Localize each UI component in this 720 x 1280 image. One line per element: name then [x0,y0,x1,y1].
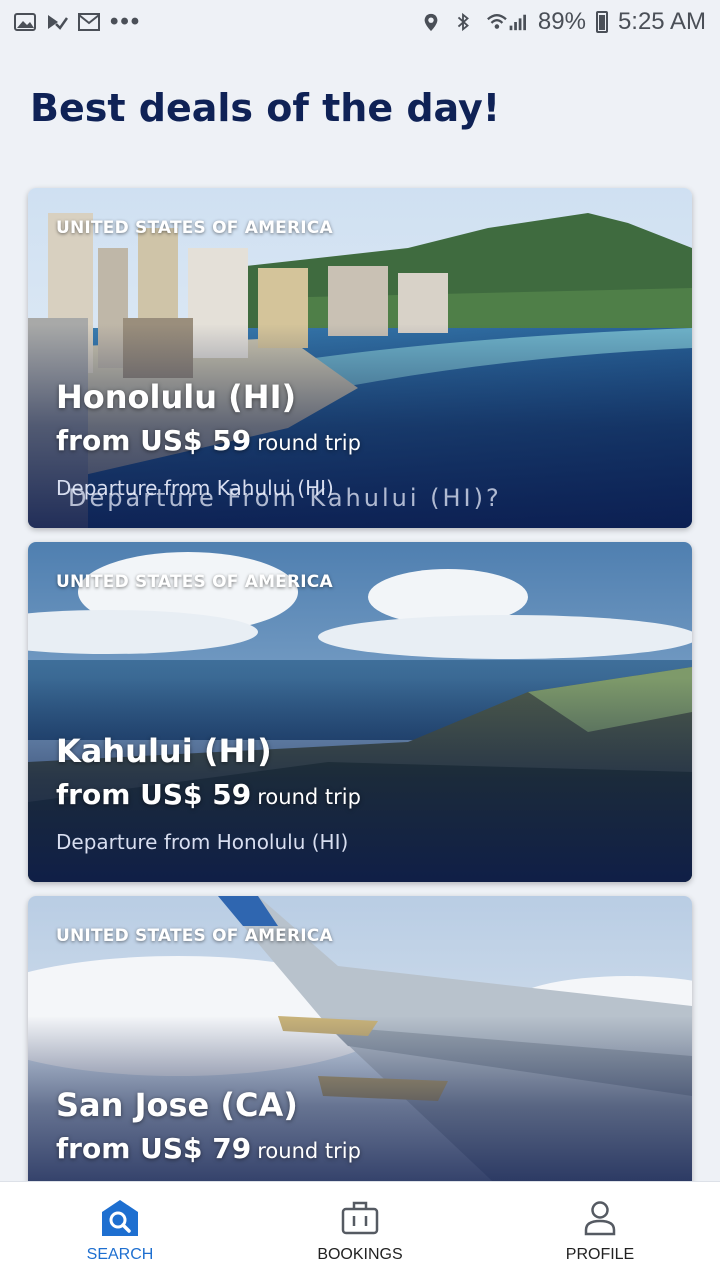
deal-destination: Honolulu (HI) [56,378,297,416]
bluetooth-icon [457,12,469,32]
bottom-navigation: SEARCH BOOKINGS PROFILE [0,1181,720,1280]
deal-card-kahului[interactable]: UNITED STATES OF AMERICA Kahului (HI) fr… [28,542,692,882]
system-icons: 89% 5:25 AM [420,8,706,36]
nav-search[interactable]: SEARCH [20,1198,220,1264]
deal-price-line: from US$ 59 round trip [56,778,361,811]
battery-icon [595,11,608,33]
notification-icons: ••• [14,8,141,36]
deal-trip-type: round trip [257,431,361,455]
deal-destination: San Jose (CA) [56,1086,298,1124]
deal-price-line: from US$ 59 round trip [56,424,361,457]
departure-overlay-text: Departure From Kahului (HI)? [68,484,502,512]
deal-price: from US$ 59 [56,424,252,457]
deal-country: UNITED STATES OF AMERICA [56,926,333,946]
wifi-signal-icon [486,14,526,31]
nav-bookings-label: BOOKINGS [317,1246,403,1263]
deal-destination: Kahului (HI) [56,732,272,770]
deal-trip-type: round trip [257,785,361,809]
nav-bookings[interactable]: BOOKINGS [260,1198,460,1264]
battery-percent: 89% [537,8,586,35]
page-title: Best deals of the day! [30,86,501,130]
nav-profile[interactable]: PROFILE [500,1198,700,1264]
deal-country: UNITED STATES OF AMERICA [56,572,333,592]
deal-trip-type: round trip [257,1139,361,1163]
deal-departure: Departure from Honolulu (HI) [56,830,349,854]
deal-price: from US$ 79 [56,1132,252,1165]
deal-price-line: from US$ 79 round trip [56,1132,361,1165]
deal-price: from US$ 59 [56,778,252,811]
clock: 5:25 AM [617,8,706,35]
location-icon [424,13,438,32]
nav-search-label: SEARCH [86,1246,154,1263]
check-icon [48,15,68,30]
mail-icon [78,13,100,31]
deal-card-honolulu[interactable]: UNITED STATES OF AMERICA Honolulu (HI) f… [28,188,692,528]
briefcase-icon [341,1201,379,1235]
deal-country: UNITED STATES OF AMERICA [56,218,333,238]
nav-profile-label: PROFILE [565,1246,635,1263]
deal-card-san-jose[interactable]: UNITED STATES OF AMERICA San Jose (CA) f… [28,896,692,1196]
search-icon [102,1200,138,1236]
more-notifications: ••• [110,8,142,35]
status-bar: ••• 89% 5:25 AM [0,0,720,44]
person-icon [584,1201,616,1236]
image-icon [14,13,36,31]
